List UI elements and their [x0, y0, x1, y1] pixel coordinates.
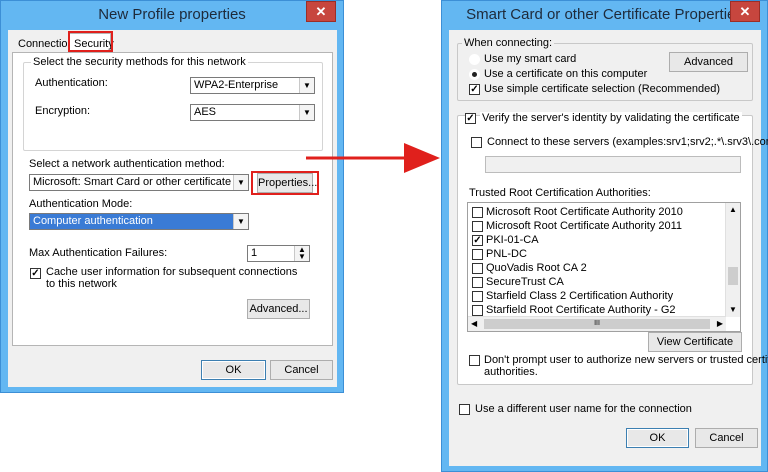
chevron-down-icon: ▼ [299, 105, 314, 120]
security-methods-group-label: Select the security methods for this net… [31, 56, 248, 68]
verify-identity-checkbox[interactable]: ✓ [465, 113, 476, 124]
scroll-grip-icon: III [594, 320, 600, 327]
cert-name: Starfield Class 2 Certification Authorit… [486, 290, 674, 302]
horizontal-scroll-thumb[interactable]: III [484, 319, 710, 329]
right-dialog-title: Smart Card or other Certificate Properti… [466, 6, 743, 23]
use-smart-card-label: Use my smart card [484, 53, 577, 65]
max-failures-value: 1 [251, 247, 258, 259]
max-failures-stepper[interactable]: 1 ▲ ▼ [247, 245, 310, 262]
checkmark-icon: ✓ [466, 113, 475, 124]
cert-checkbox[interactable] [472, 263, 483, 274]
use-smart-card-radio[interactable] [469, 54, 480, 65]
authentication-value: WPA2-Enterprise [194, 79, 279, 91]
chevron-down-icon: ▼ [299, 78, 314, 93]
dont-prompt-checkbox[interactable] [469, 355, 480, 366]
advanced-button[interactable]: Advanced [669, 52, 748, 72]
encryption-select[interactable]: AES ▼ [190, 104, 315, 121]
use-certificate-label: Use a certificate on this computer [484, 68, 648, 80]
advanced-button[interactable]: Advanced... [247, 299, 310, 319]
scroll-right-icon[interactable]: ▶ [717, 319, 723, 328]
cache-user-info-label-line1: Cache user information for subsequent co… [46, 266, 298, 278]
red-arrow-icon [306, 143, 440, 173]
vertical-scrollbar[interactable]: ▲ ▼ [725, 203, 740, 317]
authentication-label: Authentication: [35, 77, 108, 89]
scroll-left-icon[interactable]: ◀ [471, 319, 477, 328]
auth-mode-label: Authentication Mode: [29, 198, 133, 210]
simple-selection-checkbox[interactable]: ✓ [469, 84, 480, 95]
network-auth-method-value: Microsoft: Smart Card or other certifica… [33, 176, 232, 188]
left-dialog-title: New Profile properties [98, 6, 246, 23]
tab-connection[interactable]: Connection [18, 38, 74, 50]
verify-identity-label: Verify the server's identity by validati… [480, 112, 742, 124]
network-auth-method-label: Select a network authentication method: [29, 158, 225, 170]
checkmark-icon: ✓ [473, 235, 482, 246]
trusted-root-label: Trusted Root Certification Authorities: [469, 187, 651, 199]
cert-name: Starfield Root Certificate Authority - G… [486, 304, 676, 316]
horizontal-scrollbar[interactable]: ◀ III ▶ [468, 316, 726, 331]
use-certificate-radio[interactable] [469, 69, 480, 80]
ok-button[interactable]: OK [626, 428, 689, 448]
checkmark-icon: ✓ [470, 84, 479, 95]
connect-servers-checkbox[interactable] [471, 137, 482, 148]
right-dialog-close-button[interactable]: ✕ [730, 1, 760, 22]
security-tab-panel: Select the security methods for this net… [12, 52, 333, 346]
spinner-icon[interactable]: ▲ ▼ [294, 246, 309, 261]
cache-user-info-label-line2: to this network [46, 278, 117, 290]
auth-mode-value: Computer authentication [33, 215, 153, 227]
left-dialog-client: Connection Security Select the security … [8, 30, 337, 387]
view-certificate-button[interactable]: View Certificate [648, 332, 742, 352]
cert-name: Microsoft Root Certificate Authority 201… [486, 206, 683, 218]
scroll-down-icon[interactable]: ▼ [729, 305, 737, 314]
left-dialog-close-button[interactable]: ✕ [306, 1, 336, 22]
security-tab-highlight [68, 31, 113, 52]
auth-mode-select[interactable]: Computer authentication ▼ [29, 213, 249, 230]
smart-card-properties-dialog: Smart Card or other Certificate Properti… [441, 0, 768, 472]
simple-selection-label: Use simple certificate selection (Recomm… [484, 83, 720, 95]
different-user-label: Use a different user name for the connec… [475, 403, 692, 415]
cancel-button[interactable]: Cancel [695, 428, 758, 448]
servers-input[interactable] [485, 156, 741, 173]
chevron-down-icon: ▼ [233, 214, 248, 229]
checkmark-icon: ✓ [31, 268, 40, 279]
encryption-label: Encryption: [35, 105, 91, 117]
right-dialog-client: When connecting: Use my smart card Use a… [449, 30, 768, 466]
cert-name: PNL-DC [486, 248, 527, 260]
encryption-value: AES [194, 106, 217, 118]
cert-checkbox[interactable]: ✓ [472, 235, 483, 246]
max-failures-label: Max Authentication Failures: [29, 247, 168, 259]
dont-prompt-label-line2: authorities. [484, 366, 538, 378]
when-connecting-label: When connecting: [462, 37, 555, 49]
cert-checkbox[interactable] [472, 207, 483, 218]
different-user-checkbox[interactable] [459, 404, 470, 415]
new-profile-properties-dialog: New Profile properties ✕ Connection Secu… [0, 0, 344, 393]
cert-name: QuoVadis Root CA 2 [486, 262, 587, 274]
cert-checkbox[interactable] [472, 277, 483, 288]
authentication-select[interactable]: WPA2-Enterprise ▼ [190, 77, 315, 94]
properties-button-highlight [251, 171, 319, 195]
vertical-scroll-thumb[interactable] [728, 267, 738, 285]
connect-servers-label: Connect to these servers (examples:srv1;… [487, 136, 768, 148]
network-auth-method-select[interactable]: Microsoft: Smart Card or other certifica… [29, 174, 249, 191]
cert-checkbox[interactable] [472, 291, 483, 302]
cert-name: PKI-01-CA [486, 234, 539, 246]
cert-name: SecureTrust CA [486, 276, 564, 288]
close-icon: ✕ [739, 4, 751, 19]
dont-prompt-label-line1: Don't prompt user to authorize new serve… [484, 354, 768, 366]
ok-button[interactable]: OK [201, 360, 266, 380]
trusted-root-list[interactable]: Microsoft Root Certificate Authority 201… [467, 202, 741, 332]
chevron-down-icon: ▼ [233, 175, 248, 190]
cache-user-info-checkbox[interactable]: ✓ [30, 268, 41, 279]
cert-name: Microsoft Root Certificate Authority 201… [486, 220, 683, 232]
cert-checkbox[interactable] [472, 221, 483, 232]
close-icon: ✕ [315, 4, 327, 19]
cancel-button[interactable]: Cancel [270, 360, 333, 380]
scroll-up-icon[interactable]: ▲ [729, 205, 737, 214]
cert-checkbox[interactable] [472, 249, 483, 260]
cert-checkbox[interactable] [472, 305, 483, 316]
